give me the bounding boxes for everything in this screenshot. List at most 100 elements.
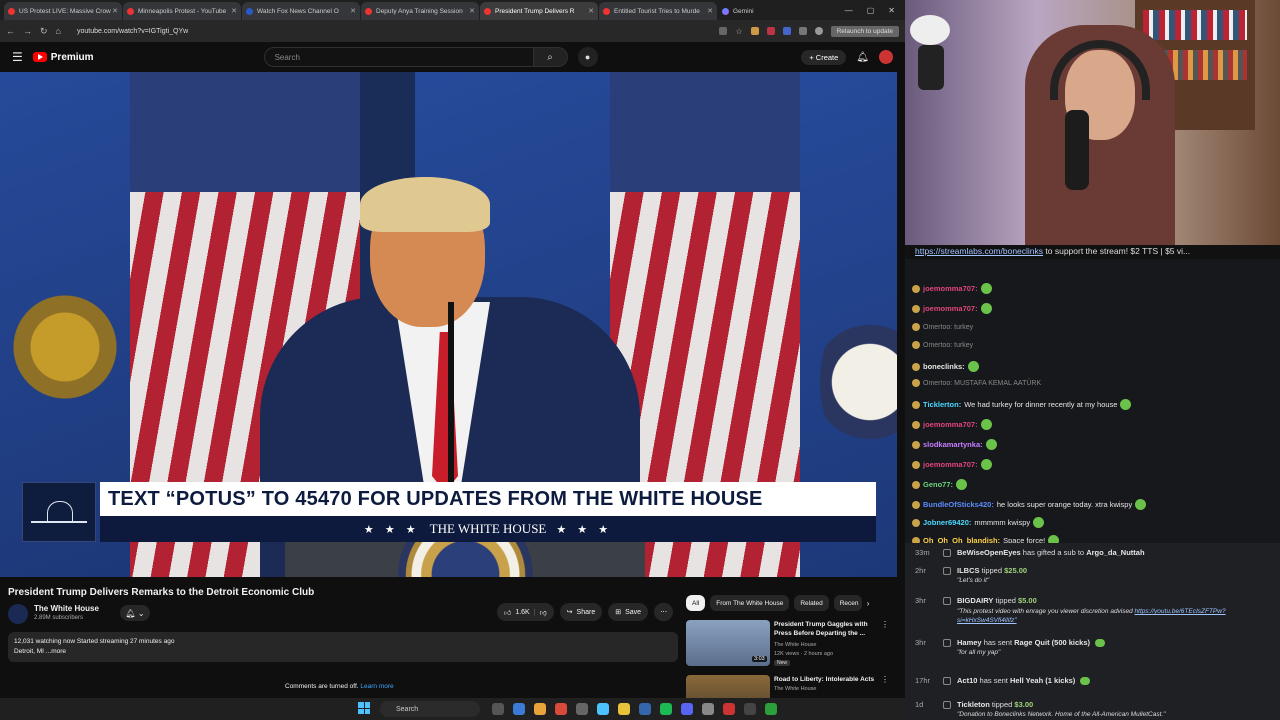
app-icon[interactable] [555, 703, 567, 715]
chat-username[interactable]: joemomma707: [923, 420, 978, 429]
youtube-logo[interactable]: Premium [32, 52, 94, 63]
profile-icon[interactable] [814, 27, 823, 35]
chip-all[interactable]: All [686, 595, 706, 611]
chip-recent[interactable]: Recen [833, 595, 862, 611]
windows-start-icon[interactable] [358, 702, 370, 714]
subscribed-bell-button[interactable]: 🔔︎ ⌄ [120, 605, 150, 621]
minimize-icon[interactable]: — [845, 6, 853, 15]
discord-icon[interactable] [681, 703, 693, 715]
tab-gemini[interactable]: Gemini [718, 2, 808, 20]
notifications-bell-icon[interactable]: 🔔︎ [856, 52, 869, 63]
forward-icon[interactable]: → [23, 26, 32, 36]
replay-icon[interactable] [943, 701, 951, 709]
channel-avatar[interactable] [8, 604, 28, 624]
extension-icon[interactable] [750, 27, 759, 35]
replay-icon[interactable] [943, 677, 951, 685]
relaunch-button[interactable]: Relaunch to update [830, 25, 899, 37]
app-icon[interactable] [576, 703, 588, 715]
pinned-link[interactable]: https://streamlabs.com/boneclinks [915, 246, 1043, 256]
reply-text: Omertoo: MUSTAFA KEMAL AATÜRK [923, 379, 1042, 387]
extension-icon[interactable] [782, 27, 791, 35]
learn-more-link[interactable]: Learn more [360, 683, 393, 690]
chat-username[interactable]: joemomma707: [923, 284, 978, 293]
app-icon[interactable] [639, 703, 651, 715]
share-button[interactable]: ↪ Share [559, 603, 603, 621]
account-avatar[interactable] [879, 50, 893, 64]
chip-related[interactable]: Related [794, 595, 829, 611]
save-button[interactable]: ⊞ Save [608, 603, 649, 621]
tab-2[interactable]: Minneapolis Protest - YouTube ✕ [123, 2, 241, 20]
close-icon[interactable]: ✕ [112, 7, 118, 15]
chat-username[interactable]: BundleOfSticks420: [923, 500, 994, 509]
close-icon[interactable]: ✕ [231, 7, 237, 15]
app-icon[interactable] [597, 703, 609, 715]
chip-from-channel[interactable]: From The White House [710, 595, 790, 611]
back-icon[interactable]: ← [6, 26, 15, 36]
video-player[interactable]: TEXT “POTUS” TO 45470 FOR UPDATES FROM T… [0, 72, 897, 577]
chat-username[interactable]: boneclinks: [923, 362, 965, 371]
chat-username[interactable]: joemomma707: [923, 460, 978, 469]
more-vertical-icon[interactable]: ⋮ [881, 620, 889, 629]
home-icon[interactable]: ⌂ [56, 26, 61, 36]
chat-username[interactable]: Ticklerton: [923, 400, 961, 409]
mic-button[interactable]: ● [577, 47, 598, 67]
event-line: BIGDAIRY tipped $5.00 [957, 596, 1037, 605]
tab-4[interactable]: Deputy Anya Training Session ✕ [361, 2, 479, 20]
taskbar-search[interactable]: Search [380, 701, 480, 717]
app-icon[interactable] [723, 703, 735, 715]
chat-username[interactable]: Geno77: [923, 480, 953, 489]
app-icon[interactable] [702, 703, 714, 715]
replay-icon[interactable] [943, 597, 951, 605]
close-window-icon[interactable]: ✕ [888, 6, 895, 15]
search-button[interactable]: ⌕ [533, 47, 568, 67]
app-icon[interactable] [765, 703, 777, 715]
tab-5-active[interactable]: President Trump Delivers R ✕ [480, 2, 598, 20]
create-button[interactable]: + Create [801, 49, 847, 65]
description-box[interactable]: 12,031 watching now Started streaming 27… [8, 632, 678, 662]
reload-icon[interactable]: ↻ [40, 26, 48, 37]
extension-icon[interactable] [719, 27, 728, 35]
app-icon[interactable] [744, 703, 756, 715]
channel-name[interactable]: The White House [34, 604, 99, 613]
recommendation-item[interactable]: 3:03 President Trump Gaggles with Press … [686, 620, 891, 676]
close-icon[interactable]: ✕ [469, 7, 475, 15]
chevron-right-icon[interactable]: › [867, 599, 870, 608]
replay-icon[interactable] [943, 639, 951, 647]
extension-icon[interactable] [798, 27, 807, 35]
task-view-icon[interactable] [492, 703, 504, 715]
edge-icon[interactable] [513, 703, 525, 715]
close-icon[interactable]: ✕ [588, 7, 594, 15]
event-action: tipped [979, 566, 1005, 575]
create-label: Create [815, 52, 839, 62]
recommendation-channel[interactable]: The White House [774, 686, 817, 692]
replay-icon[interactable] [943, 549, 951, 557]
search-input[interactable]: Search [263, 47, 534, 67]
chat-username[interactable]: joemomma707: [923, 304, 978, 313]
replay-icon[interactable] [943, 567, 951, 575]
close-icon[interactable]: ✕ [350, 7, 356, 15]
more-vertical-icon[interactable]: ⋮ [881, 675, 889, 684]
tab-6[interactable]: Entitled Tourist Tries to Murde ✕ [599, 2, 717, 20]
more-actions-button[interactable]: ⋯ [654, 603, 674, 621]
extension-icon[interactable] [766, 27, 775, 35]
tab-1[interactable]: US Protest LIVE: Massive Crow ✕ [4, 2, 122, 20]
like-button[interactable]: 👍︎ 1.6K | 👎︎ [497, 603, 554, 621]
maximize-icon[interactable]: ▢ [867, 6, 875, 15]
tab-3[interactable]: Watch Fox News Channel O ✕ [242, 2, 360, 20]
file-explorer-icon[interactable] [618, 703, 630, 715]
spotify-icon[interactable] [660, 703, 672, 715]
kick-gem-icon [1095, 639, 1106, 648]
chat-username[interactable]: slodkamartynka: [923, 440, 983, 449]
recommendation-channel[interactable]: The White House [774, 642, 817, 648]
video-title: President Trump Delivers Remarks to the … [8, 587, 315, 598]
recommendation-title[interactable]: Road to Liberty: Intolerable Acts [774, 675, 879, 684]
bookmark-star-icon[interactable]: ☆ [735, 27, 742, 36]
menu-icon[interactable]: ☰ [12, 50, 23, 64]
chat-username[interactable]: Jobner69420: [923, 518, 971, 527]
chrome-icon[interactable] [534, 703, 546, 715]
close-icon[interactable]: ✕ [707, 7, 713, 15]
url-field[interactable]: youtube.com/watch?v=IGTigti_QYw [69, 23, 589, 39]
thumbs-down-icon[interactable]: 👎︎ [540, 608, 547, 617]
recommendation-title[interactable]: President Trump Gaggles with Press Befor… [774, 620, 879, 638]
comments-off-notice: Comments are turned off. Learn more [285, 683, 394, 690]
